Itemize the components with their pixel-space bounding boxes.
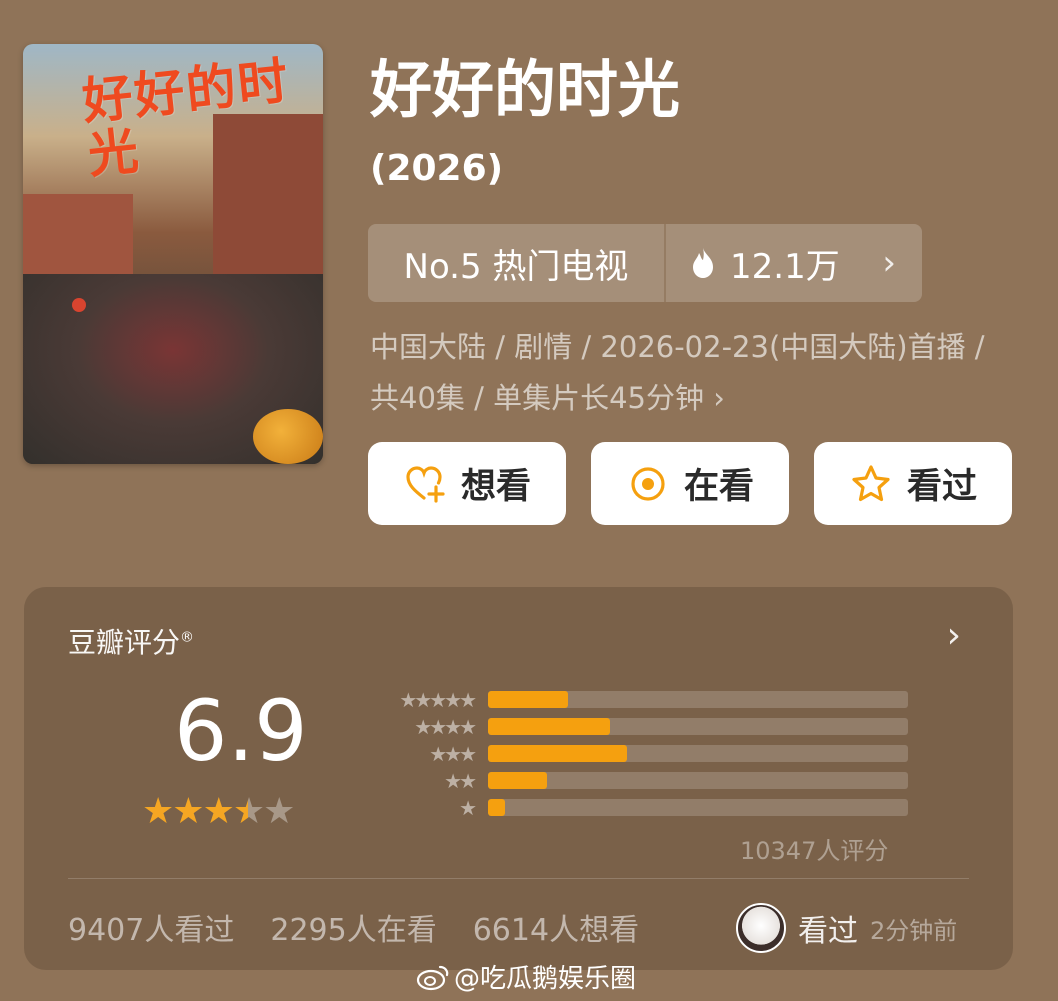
distribution-stars-icon: ★ — [459, 795, 477, 820]
watching-count[interactable]: 2295人在看 — [270, 905, 436, 949]
divider — [68, 878, 969, 879]
flame-icon — [693, 248, 713, 278]
distribution-track — [488, 691, 908, 708]
distribution-track — [488, 772, 908, 789]
release-year: (2026) — [370, 148, 504, 189]
rating-count: 10347人评分 — [740, 837, 889, 865]
watched-button[interactable]: 看过 — [814, 442, 1012, 525]
watching-button[interactable]: 在看 — [591, 442, 789, 525]
want-label: 想看 — [460, 467, 531, 507]
star-filled-icon: ★ — [172, 791, 204, 832]
want-button[interactable]: 想看 — [368, 442, 566, 525]
friend-activity[interactable]: 看过 2分钟前 — [736, 903, 957, 953]
distribution-track — [488, 799, 908, 816]
distribution-bar — [488, 718, 610, 735]
distribution-bar — [488, 772, 547, 789]
star-outline-icon — [852, 464, 890, 501]
show-meta[interactable]: 中国大陆 / 剧情 / 2026-02-23(中国大陆)首播 / 共40集 / … — [370, 322, 1010, 424]
poster-yarn — [253, 409, 323, 464]
chevron-right-icon[interactable]: › — [947, 615, 961, 656]
poster-image[interactable]: 好好的时光 — [23, 44, 323, 464]
heart-plus-icon — [406, 465, 445, 503]
watched-count[interactable]: 9407人看过 — [68, 905, 234, 949]
rating-heading-text: 豆瓣评分 — [68, 626, 181, 659]
distribution-bar — [488, 745, 627, 762]
distribution-stars-icon: ★★★★ — [414, 714, 477, 739]
friend-time: 2分钟前 — [870, 916, 958, 945]
page-title: 好好的时光 — [370, 53, 681, 126]
watched-label: 看过 — [906, 467, 977, 507]
distribution-row: ★ — [354, 794, 908, 821]
star-half-icon: ★ — [232, 791, 265, 832]
distribution-row: ★★★★★ — [354, 686, 908, 713]
distribution-row: ★★★ — [354, 740, 908, 767]
hot-count: 12.1万 — [730, 246, 840, 287]
weibo-icon — [416, 965, 449, 990]
meta-text: 中国大陆 / 剧情 / 2026-02-23(中国大陆)首播 / 共40集 / … — [370, 330, 985, 415]
friend-status: 看过 — [798, 914, 858, 949]
distribution-row: ★★ — [354, 767, 908, 794]
star-empty-icon: ★ — [263, 791, 295, 832]
rating-heading: 豆瓣评分® — [68, 621, 194, 661]
watermark: @吃瓜鹅娱乐圈 — [416, 958, 636, 995]
rating-distribution: ★★★★★ ★★★★ ★★★ ★★ ★ — [354, 686, 908, 821]
distribution-stars-icon: ★★ — [444, 768, 477, 793]
watermark-text: @吃瓜鹅娱乐圈 — [454, 964, 637, 994]
poster-balloon — [72, 298, 86, 312]
rating-stars: ★★★★★ — [142, 791, 295, 832]
want-count[interactable]: 6614人想看 — [473, 905, 639, 949]
rating-card[interactable]: 豆瓣评分® › 6.9 ★★★★★ ★★★★★ ★★★★ ★★★ ★★ ★ 10347人… — [24, 587, 1013, 970]
chevron-right-icon: › — [882, 243, 896, 283]
distribution-stars-icon: ★★★★★ — [399, 687, 477, 712]
chevron-right-icon: › — [713, 381, 725, 415]
target-icon — [631, 466, 665, 501]
rating-score: 6.9 — [174, 682, 308, 780]
avatar[interactable] — [736, 903, 786, 953]
distribution-bar — [488, 691, 568, 708]
rank-label[interactable]: No.5 热门电视 — [368, 224, 664, 302]
distribution-row: ★★★★ — [354, 713, 908, 740]
hot-index[interactable]: 12.1万 › — [666, 224, 922, 302]
registered-mark: ® — [180, 629, 195, 646]
distribution-stars-icon: ★★★ — [429, 741, 477, 766]
star-filled-icon: ★ — [142, 791, 174, 832]
star-filled-icon: ★ — [202, 791, 235, 832]
rank-bar[interactable]: No.5 热门电视 12.1万 › — [368, 224, 922, 302]
audience-stats: 9407人看过 2295人在看 6614人想看 — [68, 905, 639, 949]
distribution-track — [488, 718, 908, 735]
poster-title-art: 好好的时光 — [79, 51, 293, 185]
distribution-bar — [488, 799, 505, 816]
distribution-track — [488, 745, 908, 762]
watching-label: 在看 — [683, 467, 754, 507]
